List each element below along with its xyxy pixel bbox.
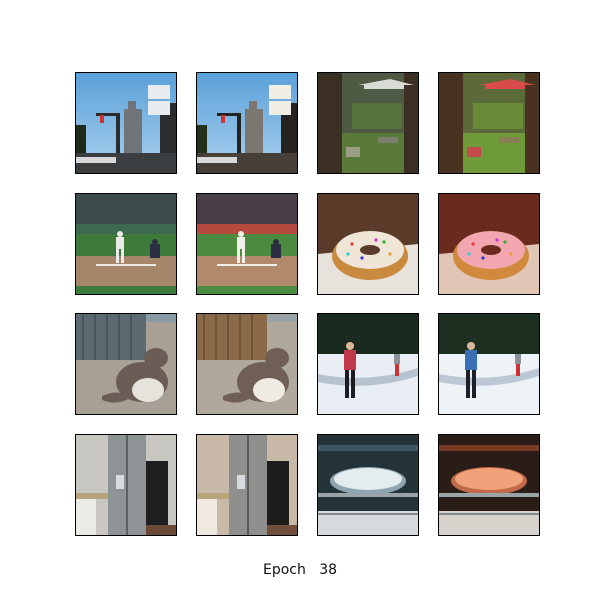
image-tile-street-traffic-light-output	[196, 72, 298, 174]
image-tile-cat-by-fence-input	[75, 313, 177, 415]
image-tile-kitchen-fridge-input	[75, 434, 177, 536]
donut-photo	[439, 194, 539, 294]
image-tile-street-traffic-light-input	[75, 72, 177, 174]
image-tile-garden-umbrella-output	[438, 72, 540, 174]
image-tile-donut-output	[438, 193, 540, 295]
image-tile-donut-input	[317, 193, 419, 295]
person-in-snow-photo	[318, 314, 418, 414]
cat-by-fence-photo	[197, 314, 297, 414]
street-traffic-light-photo	[197, 73, 297, 173]
image-tile-kitchen-fridge-output	[196, 434, 298, 536]
image-tile-garden-umbrella-input	[317, 72, 419, 174]
kitchen-fridge-photo	[197, 435, 297, 535]
epoch-caption: Epoch 38	[262, 562, 338, 578]
image-tile-cat-by-fence-output	[196, 313, 298, 415]
baseball-batter-photo	[197, 194, 297, 294]
garden-umbrella-photo	[439, 73, 539, 173]
image-tile-baseball-batter-input	[75, 193, 177, 295]
image-tile-person-in-snow-input	[317, 313, 419, 415]
image-tile-baseball-batter-output	[196, 193, 298, 295]
image-tile-pizza-in-oven-output	[438, 434, 540, 536]
person-in-snow-photo	[439, 314, 539, 414]
image-tile-person-in-snow-output	[438, 313, 540, 415]
pizza-in-oven-photo	[439, 435, 539, 535]
pizza-in-oven-photo	[318, 435, 418, 535]
kitchen-fridge-photo	[76, 435, 176, 535]
baseball-batter-photo	[76, 194, 176, 294]
garden-umbrella-photo	[318, 73, 418, 173]
image-tile-pizza-in-oven-input	[317, 434, 419, 536]
street-traffic-light-photo	[76, 73, 176, 173]
cat-by-fence-photo	[76, 314, 176, 414]
donut-photo	[318, 194, 418, 294]
